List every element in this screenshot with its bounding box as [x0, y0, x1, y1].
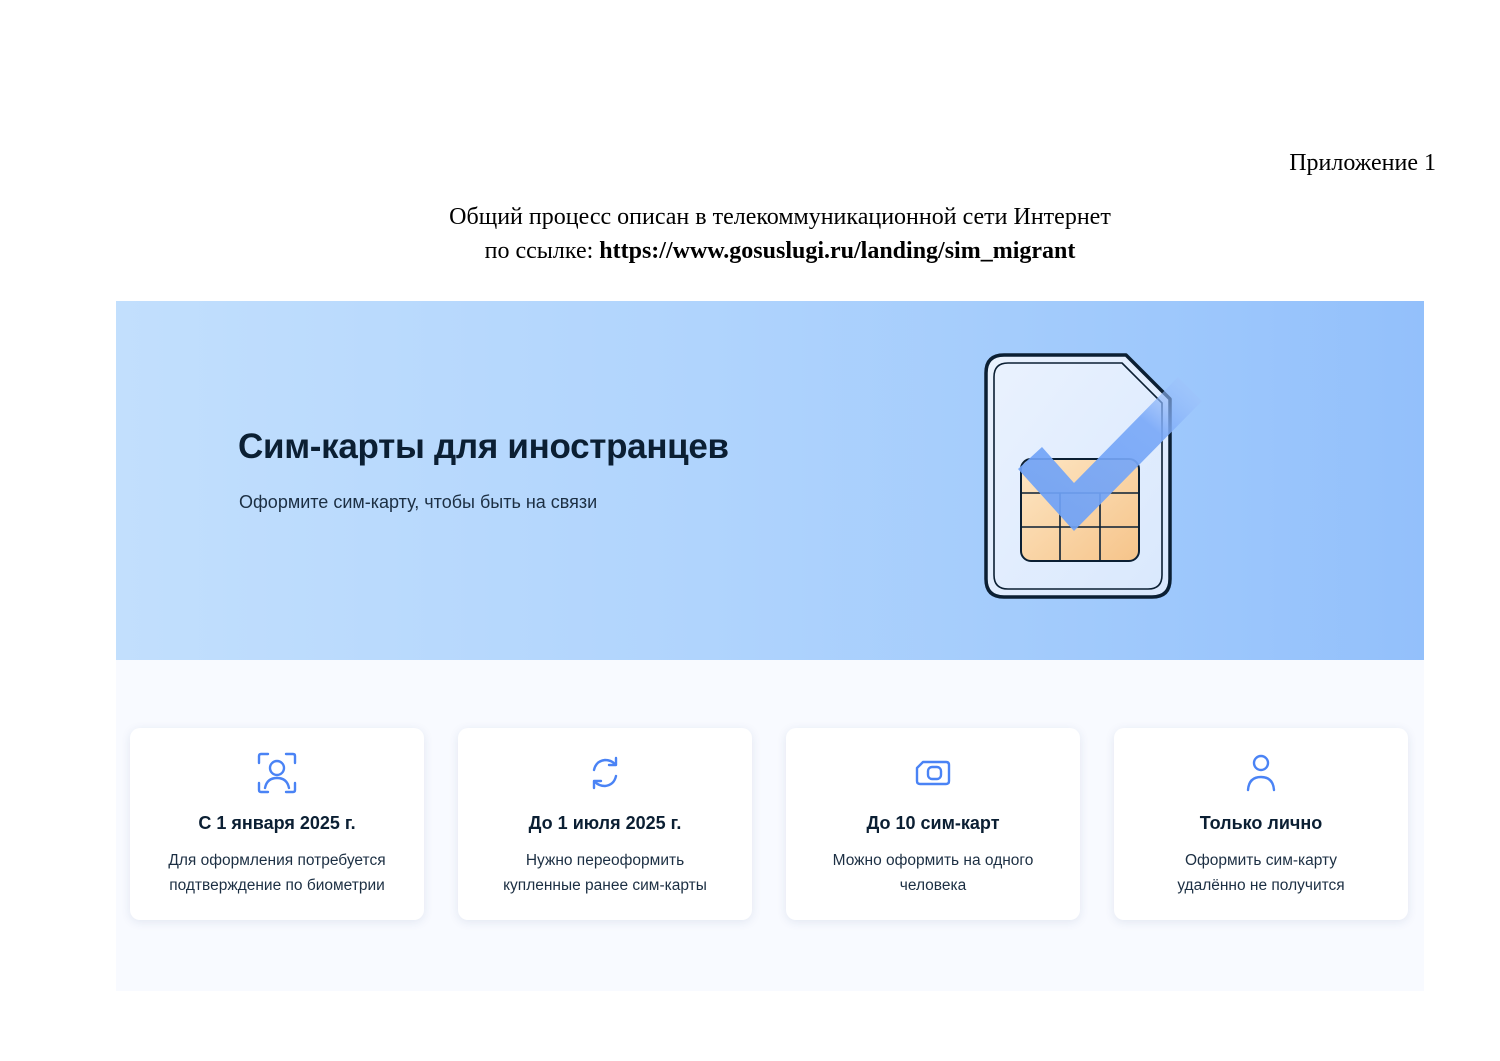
- card-title: С 1 января 2025 г.: [198, 813, 356, 833]
- face-scan-icon: [257, 752, 297, 794]
- card-text: Для оформления потребуется подтверждение…: [168, 852, 386, 894]
- card-text: Можно оформить на одного человека: [832, 852, 1034, 894]
- landing-screenshot: Сим-карты для иностранцев Оформите сим-к…: [116, 301, 1424, 991]
- card-biometrics: С 1 января 2025 г. Для оформления потреб…: [130, 728, 424, 920]
- intro-line-2: по ссылке: https://www.gosuslugi.ru/land…: [0, 234, 1500, 268]
- card-text: Оформить сим-карту удалённо не получится: [1177, 852, 1345, 894]
- refresh-icon: [592, 756, 618, 790]
- card-limit: До 10 сим-карт Можно оформить на одного …: [786, 728, 1080, 920]
- card-title: До 1 июля 2025 г.: [528, 813, 682, 833]
- person-icon: [1246, 754, 1276, 792]
- hero-subtitle: Оформите сим-карту, чтобы быть на связи: [239, 492, 598, 512]
- hero-title: Сим-карты для иностранцев: [238, 427, 729, 466]
- card-title: Только лично: [1199, 813, 1323, 833]
- info-cards: С 1 января 2025 г. Для оформления потреб…: [130, 728, 1410, 920]
- card-in-person: Только лично Оформить сим-карту удалённо…: [1114, 728, 1408, 920]
- intro-line-2-prefix: по ссылке:: [484, 238, 600, 264]
- card-text: Нужно переоформить купленные ранее сим-к…: [503, 852, 707, 894]
- intro-url-link[interactable]: https://www.gosuslugi.ru/landing/sim_mig…: [599, 238, 1075, 264]
- sim-card-check-icon: [984, 353, 1202, 599]
- intro-line-1: Общий процесс описан в телекоммуникацион…: [449, 204, 1111, 230]
- card-reregister: До 1 июля 2025 г. Нужно переоформить куп…: [458, 728, 752, 920]
- intro-paragraph: Общий процесс описан в телекоммуникацион…: [0, 200, 1500, 268]
- sim-card-icon: [915, 760, 951, 786]
- appendix-label: Приложение 1: [1289, 150, 1436, 176]
- card-title: До 10 сим-карт: [866, 813, 1000, 833]
- hero-banner: Сим-карты для иностранцев Оформите сим-к…: [116, 301, 1424, 660]
